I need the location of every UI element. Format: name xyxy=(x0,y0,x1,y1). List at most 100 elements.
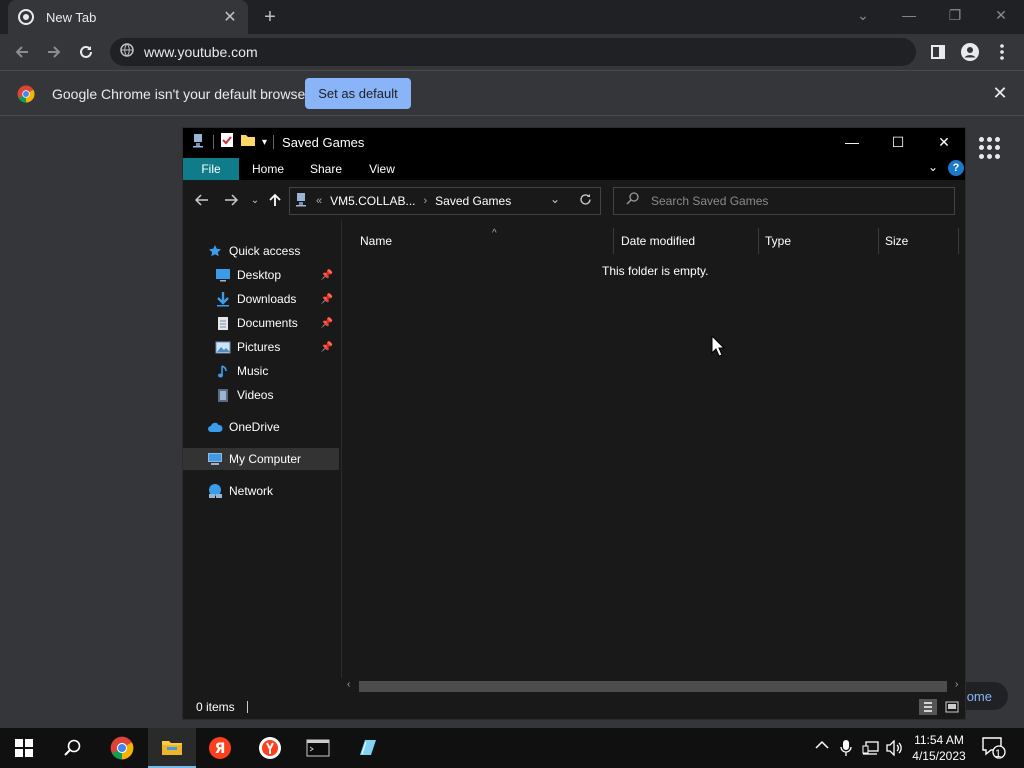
documents-icon xyxy=(215,315,231,331)
new-folder-icon[interactable] xyxy=(240,133,256,152)
nav-onedrive[interactable]: OneDrive xyxy=(183,416,339,438)
microphone-icon[interactable] xyxy=(840,739,852,760)
column-header-date-modified[interactable]: Date modified xyxy=(615,228,759,254)
nav-quick-access[interactable]: Quick access xyxy=(183,240,339,262)
tab-view[interactable]: View xyxy=(358,158,406,180)
chrome-tab-icon xyxy=(18,9,34,25)
explorer-maximize-button[interactable]: ☐ xyxy=(875,128,921,156)
chrome-taskbar-icon[interactable] xyxy=(98,728,146,768)
nav-label: OneDrive xyxy=(229,420,280,434)
breadcrumb-root[interactable]: VM5.COLLAB... xyxy=(330,194,415,208)
explorer-search-box[interactable]: Search Saved Games xyxy=(613,187,955,215)
breadcrumb-separator[interactable]: › xyxy=(424,195,428,207)
start-button[interactable] xyxy=(0,728,48,768)
close-window-button[interactable]: ✕ xyxy=(978,0,1024,30)
desktop-screen: New Tab ✕ + ⌄ — ❐ ✕ www.youtube.com Goog… xyxy=(0,0,1024,768)
explorer-address-bar[interactable]: « VM5.COLLAB... › Saved Games ⌄ xyxy=(289,187,601,215)
nav-my-computer[interactable]: My Computer xyxy=(183,448,339,470)
properties-icon[interactable] xyxy=(220,132,234,153)
explorer-forward-button[interactable] xyxy=(221,190,241,210)
expand-ribbon-chevron-icon[interactable]: ⌄ xyxy=(928,160,938,174)
navigation-pane: Quick access Desktop 📌 Downloads 📌 Docum… xyxy=(183,220,339,694)
tab-search-chevron-icon[interactable]: ⌄ xyxy=(840,0,886,30)
yandex-browser-taskbar-icon[interactable] xyxy=(246,728,294,768)
network-status-icon[interactable] xyxy=(862,740,880,759)
column-label: Type xyxy=(765,234,792,248)
forward-button[interactable] xyxy=(41,40,67,64)
menu-kebab-icon[interactable] xyxy=(989,40,1015,64)
scrollbar-thumb[interactable] xyxy=(359,681,947,692)
nav-music[interactable]: Music xyxy=(183,360,339,382)
volume-icon[interactable] xyxy=(885,739,903,759)
url-text: www.youtube.com xyxy=(144,44,258,60)
show-hidden-icons-chevron[interactable] xyxy=(815,738,829,753)
scroll-left-icon[interactable]: ‹ xyxy=(347,679,350,690)
site-info-icon[interactable] xyxy=(120,42,134,62)
explorer-minimize-button[interactable]: — xyxy=(829,128,875,156)
customize-qat-chevron-icon[interactable]: ▾ xyxy=(262,137,267,148)
scroll-right-icon[interactable]: › xyxy=(955,679,958,690)
download-icon xyxy=(215,291,231,307)
file-explorer-taskbar-icon[interactable] xyxy=(148,728,196,768)
horizontal-scrollbar[interactable]: ‹ › xyxy=(341,678,965,695)
nav-label: Desktop xyxy=(237,268,282,282)
tab-share[interactable]: Share xyxy=(301,158,351,180)
back-button[interactable] xyxy=(9,40,35,64)
tab-title: New Tab xyxy=(46,9,97,25)
item-count: 0 items xyxy=(196,700,235,714)
computer-location-icon xyxy=(294,191,310,212)
nav-label: Videos xyxy=(237,388,274,402)
tab-new-tab[interactable]: New Tab ✕ xyxy=(8,0,248,34)
restore-button[interactable]: ❐ xyxy=(932,0,978,30)
infobar-close-icon[interactable]: ✕ xyxy=(990,83,1010,103)
nav-desktop[interactable]: Desktop 📌 xyxy=(183,264,339,286)
address-history-chevron-icon[interactable]: ⌄ xyxy=(550,192,560,206)
notifications-icon[interactable] xyxy=(982,737,1006,762)
refresh-icon[interactable] xyxy=(579,193,592,211)
nav-network[interactable]: Network xyxy=(183,480,339,502)
side-panel-icon[interactable] xyxy=(925,40,951,64)
explorer-close-button[interactable]: ✕ xyxy=(921,128,967,156)
notepad-taskbar-icon[interactable] xyxy=(344,728,392,768)
reload-button[interactable] xyxy=(73,40,99,64)
nav-label: Network xyxy=(229,484,274,498)
onedrive-icon xyxy=(207,419,223,435)
column-header-name[interactable]: Name ^ xyxy=(354,228,614,254)
address-bar[interactable]: www.youtube.com xyxy=(110,38,916,66)
up-one-level-button[interactable] xyxy=(265,190,285,210)
nav-videos[interactable]: Videos xyxy=(183,384,339,406)
computer-icon xyxy=(207,451,223,467)
status-divider xyxy=(246,701,248,713)
yandex-taskbar-icon[interactable]: Я xyxy=(196,728,244,768)
system-clock[interactable]: 11:54 AM 4/15/2023 xyxy=(906,732,972,764)
column-label: Size xyxy=(885,234,909,248)
profile-avatar-icon[interactable] xyxy=(957,40,983,64)
nav-documents[interactable]: Documents 📌 xyxy=(183,312,339,334)
recent-locations-chevron-icon[interactable]: ⌄ xyxy=(245,190,265,210)
large-icons-view-button[interactable] xyxy=(943,699,961,715)
explorer-back-button[interactable] xyxy=(192,190,212,210)
tab-file[interactable]: File xyxy=(183,158,239,180)
google-apps-icon[interactable] xyxy=(979,137,1001,159)
terminal-taskbar-icon[interactable] xyxy=(294,728,342,768)
column-header-type[interactable]: Type xyxy=(759,228,879,254)
details-view-button[interactable] xyxy=(919,699,937,715)
toolbar-divider xyxy=(273,135,275,149)
column-header-size[interactable]: Size xyxy=(879,228,959,254)
clock-date: 4/15/2023 xyxy=(912,749,966,763)
tab-close-icon[interactable]: ✕ xyxy=(222,7,238,27)
breadcrumb-overflow[interactable]: « xyxy=(316,195,322,207)
help-icon[interactable]: ? xyxy=(948,160,964,176)
column-label: Name xyxy=(360,234,393,248)
nav-pictures[interactable]: Pictures 📌 xyxy=(183,336,339,358)
breadcrumb-current[interactable]: Saved Games xyxy=(435,194,511,208)
default-browser-infobar: Google Chrome isn't your default browser… xyxy=(0,70,1024,116)
set-as-default-button[interactable]: Set as default xyxy=(305,78,411,109)
minimize-button[interactable]: — xyxy=(886,0,932,30)
toolbar-divider xyxy=(213,135,214,149)
new-tab-button[interactable]: + xyxy=(260,6,280,28)
nav-downloads[interactable]: Downloads 📌 xyxy=(183,288,339,310)
search-taskbar-button[interactable] xyxy=(48,728,96,768)
tab-home[interactable]: Home xyxy=(243,158,293,180)
nav-label: My Computer xyxy=(229,452,302,466)
